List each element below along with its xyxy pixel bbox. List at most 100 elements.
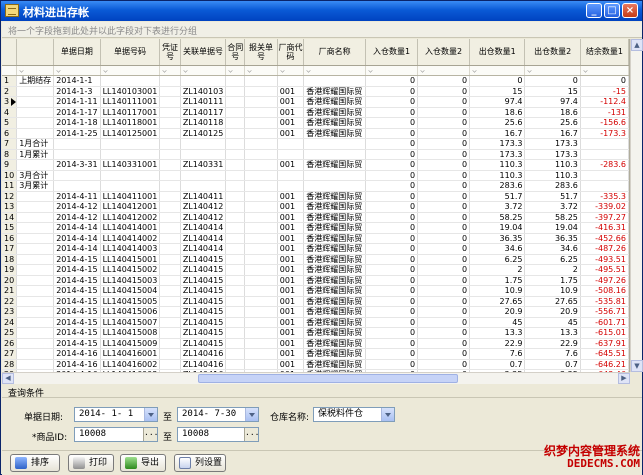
warehouse-dropdown-icon[interactable] — [381, 408, 394, 421]
row-number[interactable]: 16 — [2, 233, 18, 244]
table-cell-c2[interactable] — [100, 149, 161, 160]
table-cell-i2[interactable]: 0 — [417, 275, 471, 286]
row-number[interactable]: 8 — [2, 149, 18, 160]
table-cell-i1[interactable]: 0 — [365, 348, 419, 360]
table-cell-c4[interactable]: ZL140415 — [180, 317, 227, 328]
table-cell-o2[interactable]: 110.3 — [524, 159, 581, 171]
table-cell-o1[interactable]: 97.4 — [469, 96, 526, 108]
column-header-vendor-name[interactable]: 厂商名称 — [303, 39, 367, 66]
ledger-grid[interactable]: 单据日期 单据号码 凭证号 关联单据号 合同号 报关单号 厂商代码 厂商名称 入… — [2, 39, 630, 372]
print-button[interactable]: 打印 — [68, 454, 114, 472]
column-settings-button[interactable]: 列设置 — [174, 454, 226, 472]
table-row[interactable]: 25 2014-4-15 LL140415008 ZL140415 001 香港辉耀国际贸… — [2, 327, 629, 339]
table-cell-c8[interactable]: 香港辉耀国际贸 — [303, 212, 367, 223]
table-cell-c1[interactable]: 2014-4-12 — [53, 201, 101, 213]
row-number[interactable]: 13 — [2, 201, 18, 213]
table-cell-c1[interactable]: 2014-1-3 — [53, 86, 101, 97]
table-cell-c5[interactable] — [225, 117, 246, 129]
filter-dropdown-icon[interactable] — [162, 67, 167, 73]
table-row[interactable]: 26 2014-4-15 LL140415009 ZL140415 001 香港辉耀国际贸… — [2, 338, 629, 349]
warehouse-select[interactable]: 保税料件仓 — [313, 407, 395, 422]
table-row[interactable]: 18 2014-4-15 LL140415001 ZL140415 001 香港辉耀国际贸… — [2, 254, 629, 265]
table-cell-c3[interactable] — [159, 338, 181, 349]
date-to-picker[interactable]: 2014- 7-30 — [177, 407, 259, 422]
table-cell-c0[interactable] — [16, 96, 55, 108]
table-cell-c6[interactable] — [244, 191, 278, 202]
filter-cell[interactable] — [417, 65, 471, 76]
table-cell-b[interactable]: -637.91 — [580, 338, 629, 349]
table-cell-c7[interactable] — [277, 170, 305, 181]
table-cell-c6[interactable] — [244, 180, 278, 192]
table-cell-c3[interactable] — [159, 243, 181, 255]
table-cell-c5[interactable] — [225, 222, 246, 234]
table-cell-c0[interactable] — [16, 285, 55, 297]
table-cell-o2[interactable]: 97.4 — [524, 96, 581, 108]
table-cell-c5[interactable] — [225, 191, 246, 202]
table-cell-o1[interactable]: 110.3 — [469, 159, 526, 171]
table-row[interactable]: 12 2014-4-11 LL140411001 ZL140411 001 香港辉耀国际贸… — [2, 191, 629, 202]
table-cell-c5[interactable] — [225, 86, 246, 97]
table-cell-c2[interactable] — [100, 138, 161, 150]
table-cell-c3[interactable] — [159, 159, 181, 171]
table-cell-b[interactable]: -452.66 — [580, 233, 629, 244]
table-row[interactable]: 6 2014-1-25 LL140125001 ZL140125 001 香港辉耀国际贸 0… — [2, 128, 629, 139]
row-number[interactable]: 1 — [2, 75, 18, 87]
filter-dropdown-icon[interactable] — [228, 67, 233, 73]
table-cell-o2[interactable]: 1.75 — [524, 275, 581, 286]
table-cell-b[interactable] — [580, 138, 629, 150]
row-number[interactable]: 17 — [2, 243, 18, 255]
table-cell-i1[interactable]: 0 — [365, 180, 419, 192]
table-cell-c4[interactable]: ZL140103 — [180, 86, 227, 97]
row-number[interactable]: 3 — [2, 96, 18, 108]
table-cell-i1[interactable]: 0 — [365, 75, 419, 87]
table-cell-c6[interactable] — [244, 338, 278, 349]
table-cell-c7[interactable]: 001 — [277, 86, 305, 97]
table-cell-i2[interactable]: 0 — [417, 296, 471, 307]
table-cell-o1[interactable]: 20.9 — [469, 306, 526, 318]
table-cell-i1[interactable]: 0 — [365, 159, 419, 171]
table-cell-i2[interactable]: 0 — [417, 149, 471, 160]
table-cell-o1[interactable]: 0 — [469, 75, 526, 87]
table-cell-c0[interactable] — [16, 191, 55, 202]
table-cell-o2[interactable]: 34.6 — [524, 243, 581, 255]
filter-dropdown-icon[interactable] — [472, 67, 477, 73]
filter-cell[interactable] — [16, 65, 55, 76]
table-cell-b[interactable]: -493.51 — [580, 254, 629, 265]
table-cell-c4[interactable]: ZL140415 — [180, 296, 227, 307]
table-cell-c5[interactable] — [225, 149, 246, 160]
table-cell-o1[interactable]: 3.72 — [469, 201, 526, 213]
table-cell-c5[interactable] — [225, 212, 246, 223]
table-row[interactable]: 4 2014-1-17 LL140117001 ZL140117 001 香港辉耀国际贸 0… — [2, 107, 629, 118]
table-cell-b[interactable]: -339.02 — [580, 201, 629, 213]
table-cell-i1[interactable]: 0 — [365, 317, 419, 328]
table-cell-c1[interactable]: 2014-1-18 — [53, 117, 101, 129]
table-cell-c6[interactable] — [244, 359, 278, 370]
table-row[interactable]: 16 2014-4-14 LL140414002 ZL140414 001 香港辉耀国际贸… — [2, 233, 629, 244]
table-row[interactable]: 1 上期结存 2014-1-1 0 0 0 0 0 — [2, 75, 629, 87]
table-cell-o1[interactable]: 173.3 — [469, 149, 526, 160]
row-number[interactable]: 14 — [2, 212, 18, 223]
table-cell-c4[interactable]: ZL140118 — [180, 117, 227, 129]
table-cell-o1[interactable]: 34.6 — [469, 243, 526, 255]
table-cell-i1[interactable]: 0 — [365, 254, 419, 265]
row-number[interactable]: 11 — [2, 180, 18, 192]
table-cell-c3[interactable] — [159, 264, 181, 276]
table-cell-c4[interactable] — [180, 138, 227, 150]
item-id-from-lookup-button[interactable]: ... — [143, 428, 158, 441]
table-cell-c6[interactable] — [244, 264, 278, 276]
filter-cell[interactable] — [225, 65, 246, 76]
table-cell-c1[interactable]: 2014-1-17 — [53, 107, 101, 118]
table-cell-i2[interactable]: 0 — [417, 264, 471, 276]
table-cell-i2[interactable]: 0 — [417, 107, 471, 118]
table-row[interactable]: 23 2014-4-15 LL140415006 ZL140415 001 香港辉耀国际贸… — [2, 306, 629, 318]
table-cell-c1[interactable] — [53, 149, 101, 160]
table-cell-c2[interactable]: LL140412001 — [100, 201, 161, 213]
row-number[interactable]: 26 — [2, 338, 18, 349]
column-header-group[interactable] — [16, 39, 55, 66]
table-cell-c5[interactable] — [225, 243, 246, 255]
table-cell-c8[interactable]: 香港辉耀国际贸 — [303, 254, 367, 265]
table-cell-i2[interactable]: 0 — [417, 233, 471, 244]
table-cell-c2[interactable]: LL140125001 — [100, 128, 161, 139]
table-cell-o1[interactable]: 173.3 — [469, 138, 526, 150]
table-cell-c1[interactable]: 2014-4-15 — [53, 338, 101, 349]
